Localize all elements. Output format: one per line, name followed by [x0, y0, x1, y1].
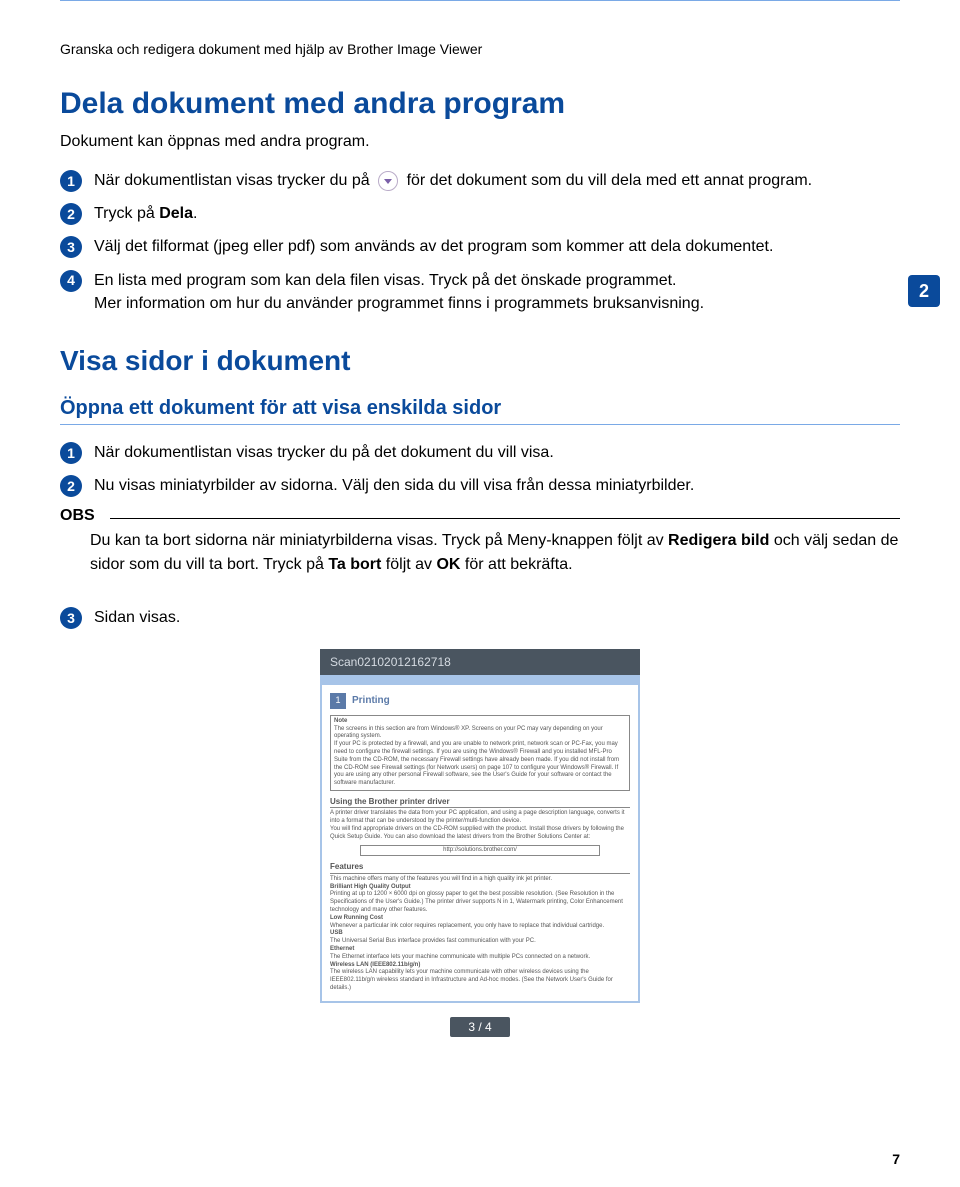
chapter-tab: 2 [908, 275, 940, 307]
note-label: OBS [60, 507, 101, 524]
step-badge: 1 [60, 442, 82, 464]
note-body: Du kan ta bort sidorna när miniatyrbilde… [90, 529, 900, 575]
note-text: Du kan ta bort sidorna när miniatyrbilde… [90, 532, 668, 549]
screenshot-url: http://solutions.brother.com/ [360, 845, 600, 857]
screenshot-feature: The Universal Serial Bus interface provi… [330, 938, 630, 946]
step-badge: 4 [60, 270, 82, 292]
step-text: Nu visas miniatyrbilder av sidorna. Välj… [94, 474, 900, 497]
screenshot-feature: Whenever a particular ink color requires… [330, 923, 630, 931]
step-text: Välj det filformat (jpeg eller pdf) som … [94, 235, 900, 258]
step-badge: 3 [60, 236, 82, 258]
screenshot-feature: USB [330, 930, 343, 936]
step-badge: 3 [60, 607, 82, 629]
page-number: 7 [892, 1151, 900, 1167]
step-3: 3 Välj det filformat (jpeg eller pdf) so… [60, 235, 900, 258]
section-subheading: Öppna ett dokument för att visa enskilda… [60, 397, 900, 425]
screenshot-note-label: Note [334, 718, 347, 724]
step-3: 3 Sidan visas. [60, 606, 900, 629]
step-text: En lista med program som kan dela filen … [94, 272, 676, 289]
screenshot-feature: The Ethernet interface lets your machine… [330, 954, 630, 962]
screenshot-feature: Low Running Cost [330, 915, 383, 921]
note-text-bold: Redigera bild [668, 532, 769, 549]
screenshot-feature: Brilliant High Quality Output [330, 884, 411, 890]
step-text: Sidan visas. [94, 606, 900, 629]
step-2: 2 Tryck på Dela. [60, 202, 900, 225]
screenshot-h-features: Features [330, 862, 630, 873]
screenshot-titlebar: Scan02102012162718 [320, 649, 640, 675]
screenshot-feature: This machine offers many of the features… [330, 876, 630, 884]
screenshot-note-line: If your PC is protected by a firewall, a… [334, 741, 626, 788]
step-text: för det dokument som du vill dela med et… [407, 172, 813, 189]
step-text: Tryck på [94, 205, 159, 222]
note-text-bold: Ta bort [328, 556, 381, 573]
screenshot-paragraph: You will find appropriate drivers on the… [330, 826, 630, 842]
screenshot-feature: The wireless LAN capability lets your ma… [330, 969, 630, 992]
section-heading-view: Visa sidor i dokument [60, 345, 900, 377]
note-text: för att bekräfta. [460, 556, 572, 573]
step-text: När dokumentlistan visas trycker du på d… [94, 441, 900, 464]
step-text: När dokumentlistan visas trycker du på [94, 172, 374, 189]
step-badge: 2 [60, 203, 82, 225]
note-text: följt av [381, 556, 436, 573]
screenshot-feature: Ethernet [330, 946, 354, 952]
screenshot-paragraph: A printer driver translates the data fro… [330, 810, 630, 826]
step-1: 1 När dokumentlistan visas trycker du på… [60, 169, 900, 192]
step-1: 1 När dokumentlistan visas trycker du på… [60, 441, 900, 464]
screenshot-feature: Printing at up to 1200 × 6000 dpi on glo… [330, 891, 630, 914]
section-lead: Dokument kan öppnas med andra program. [60, 133, 900, 151]
step-text-bold: Dela [159, 205, 193, 222]
step-text: Mer information om hur du använder progr… [94, 295, 704, 312]
app-screenshot: Scan02102012162718 1 Printing Note The s… [320, 649, 640, 1037]
step-text: . [193, 205, 197, 222]
screenshot-note-line: The screens in this section are from Win… [334, 726, 626, 742]
note-text-bold: OK [436, 556, 460, 573]
step-badge: 1 [60, 170, 82, 192]
screenshot-feature: Wireless LAN (IEEE802.11b/g/n) [330, 962, 420, 968]
breadcrumb: Granska och redigera dokument med hjälp … [60, 41, 900, 57]
screenshot-chapter-num: 1 [330, 693, 346, 709]
screenshot-chapter-title: Printing [352, 694, 390, 707]
step-4: 4 En lista med program som kan dela file… [60, 269, 900, 315]
step-2: 2 Nu visas miniatyrbilder av sidorna. Vä… [60, 474, 900, 497]
step-badge: 2 [60, 475, 82, 497]
section-heading-share: Dela dokument med andra program [60, 87, 900, 121]
screenshot-h-driver: Using the Brother printer driver [330, 797, 630, 808]
dropdown-circle-icon [378, 171, 398, 191]
screenshot-pager: 3 / 4 [450, 1017, 510, 1037]
note-block: OBS [60, 507, 900, 525]
